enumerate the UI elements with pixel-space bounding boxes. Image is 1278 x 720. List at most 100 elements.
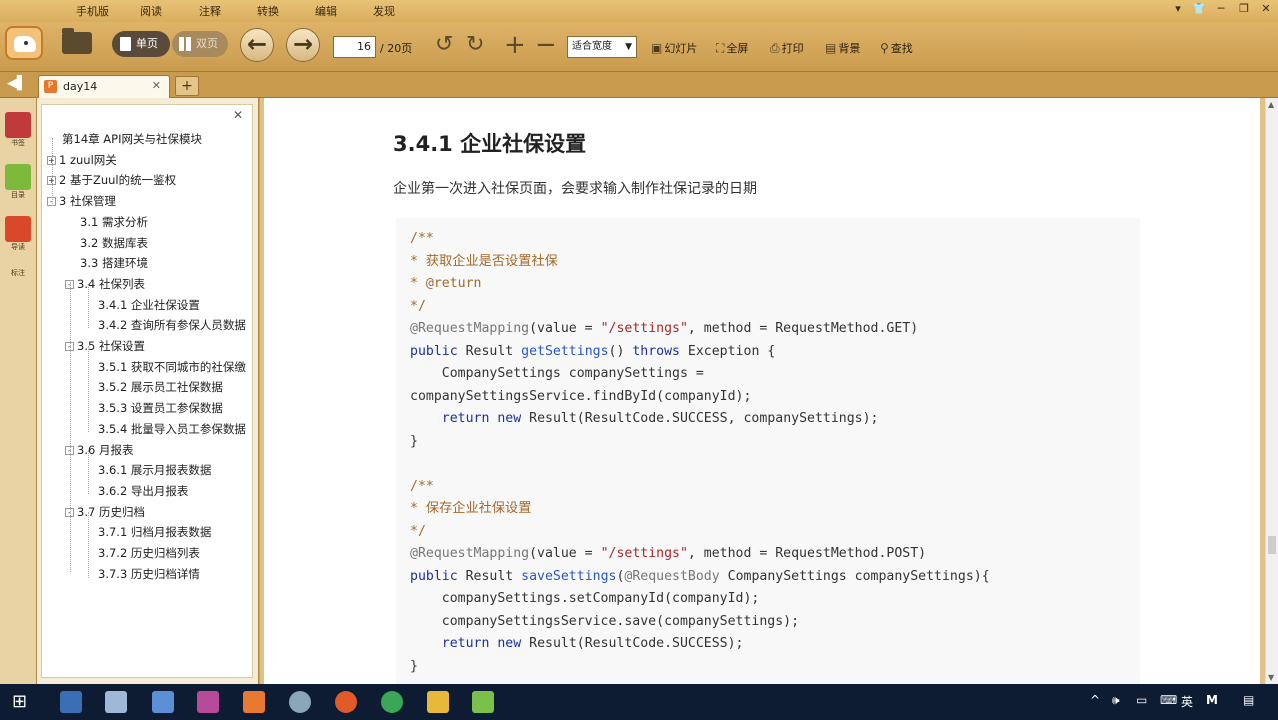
- code-token: "/settings": [600, 321, 688, 336]
- rail-guide[interactable]: 导读: [4, 216, 32, 256]
- toc-item[interactable]: 3.7.3 历史归档详情: [98, 567, 200, 582]
- toc-item[interactable]: 3.5.4 批量导入员工参保数据: [98, 422, 246, 437]
- code-line: /**: [410, 230, 434, 248]
- toc-item[interactable]: 3.1 需求分析: [80, 215, 148, 230]
- scroll-down-icon[interactable]: ▼: [1268, 673, 1274, 682]
- toc-item[interactable]: 3.3 搭建环境: [80, 256, 148, 271]
- toc-item[interactable]: -3.5 社保设置: [65, 339, 145, 354]
- keyboard-icon[interactable]: ⌨: [1160, 693, 1177, 707]
- file-explorer-icon[interactable]: [427, 691, 449, 713]
- tab-close-icon[interactable]: ✕: [152, 79, 161, 92]
- code-line: */: [410, 298, 426, 316]
- zoom-out-icon[interactable]: −: [535, 32, 557, 58]
- pdf-reader-taskbar-icon[interactable]: [243, 691, 265, 713]
- code-line: CompanySettings companySettings =: [410, 365, 704, 383]
- find-button[interactable]: ⚲ 查找: [880, 40, 913, 56]
- toc-item[interactable]: -3.7 历史归档: [65, 505, 145, 520]
- taskbar-app-7-icon[interactable]: [335, 691, 357, 713]
- new-tab-button[interactable]: +: [175, 76, 199, 96]
- toc-item[interactable]: 3.4.1 企业社保设置: [98, 298, 200, 313]
- toc-item[interactable]: 3.2 数据库表: [80, 236, 148, 251]
- rotate-left-icon[interactable]: ↺: [435, 33, 453, 57]
- menu-discover[interactable]: 发现: [373, 3, 395, 19]
- rail-bookmarks[interactable]: 书签: [4, 112, 32, 152]
- rail-bookmarks-label: 书签: [11, 139, 25, 147]
- page-icon: [120, 37, 131, 51]
- menu-edit[interactable]: 编辑: [315, 3, 337, 19]
- rotate-right-icon[interactable]: ↻: [466, 33, 484, 57]
- background-label: 背景: [838, 42, 861, 55]
- toc-item[interactable]: -3 社保管理: [47, 194, 116, 209]
- fullscreen-button[interactable]: ⛶ 全屏: [716, 40, 748, 56]
- tray-chevron-icon[interactable]: ^: [1090, 693, 1100, 707]
- toc-item[interactable]: +2 基于Zuul的统一鉴权: [47, 173, 176, 188]
- notifications-icon[interactable]: ▤: [1243, 693, 1254, 707]
- app-logo[interactable]: [5, 26, 43, 60]
- collapse-sidebar-icon[interactable]: ◀▌: [7, 76, 27, 91]
- next-page-button[interactable]: →: [286, 28, 320, 62]
- side-rail: 书签 目录 导读 标注: [0, 98, 37, 684]
- taskbar-app-10-icon[interactable]: [472, 691, 494, 713]
- zoom-in-icon[interactable]: +: [504, 32, 526, 58]
- volume-icon[interactable]: 🕪: [1112, 693, 1120, 708]
- toc-item[interactable]: 3.5.2 展示员工社保数据: [98, 380, 223, 395]
- double-page-button[interactable]: 双页: [172, 31, 228, 57]
- taskbar-app-2-icon[interactable]: [105, 691, 127, 713]
- rail-annotations[interactable]: 标注: [4, 268, 32, 282]
- toc-item-label: 3.3 搭建环境: [80, 256, 148, 271]
- toc-item[interactable]: 3.7.1 归档月报表数据: [98, 525, 211, 540]
- code-token: * @return: [410, 276, 482, 291]
- slideshow-button[interactable]: ▣ 幻灯片: [651, 40, 697, 56]
- print-button[interactable]: ⎙ 打印: [770, 40, 804, 56]
- toc-item[interactable]: 第14章 API网关与社保模块: [62, 132, 202, 147]
- toc-item[interactable]: 3.5.3 设置员工参保数据: [98, 401, 223, 416]
- tab-day14[interactable]: P day14 ✕: [38, 75, 170, 98]
- section-intro: 企业第一次进入社保页面，会要求输入制作社保记录的日期: [393, 181, 757, 197]
- menu-dropdown-icon[interactable]: ▾: [1170, 2, 1186, 15]
- rail-contents-label: 目录: [11, 191, 25, 199]
- code-token: return: [441, 636, 490, 651]
- toc-item[interactable]: 3.4.2 查询所有参保人员数据: [98, 318, 246, 333]
- toc-item[interactable]: 3.5.1 获取不同城市的社保缴: [98, 360, 246, 375]
- maximize-icon[interactable]: ❐: [1236, 2, 1252, 15]
- toc-item[interactable]: 3.7.2 历史归档列表: [98, 546, 200, 561]
- close-icon[interactable]: ✕: [1258, 2, 1274, 15]
- toc-item[interactable]: 3.6.2 导出月报表: [98, 484, 188, 499]
- single-page-button[interactable]: 单页: [112, 31, 170, 57]
- sidebar-close-icon[interactable]: ✕: [233, 108, 243, 122]
- vscode-icon[interactable]: [152, 691, 174, 713]
- zoom-select[interactable]: 适合宽度 ▼: [567, 36, 637, 58]
- taskbar-app-6-icon[interactable]: [289, 691, 311, 713]
- code-token: @RequestMapping: [410, 546, 530, 561]
- search-icon: ⚲: [880, 41, 889, 55]
- toc-item[interactable]: -3.4 社保列表: [65, 277, 145, 292]
- page-number-input[interactable]: 16: [333, 36, 376, 58]
- rail-contents[interactable]: 目录: [4, 164, 32, 204]
- section-heading: 3.4.1 企业社保设置: [393, 132, 587, 156]
- toc-item[interactable]: +1 zuul网关: [47, 153, 117, 168]
- menu-read[interactable]: 阅读: [140, 3, 162, 19]
- network-icon[interactable]: ▭: [1136, 693, 1147, 707]
- code-line: * 保存企业社保设置: [410, 500, 531, 518]
- ime-indicator[interactable]: 英: [1181, 693, 1193, 710]
- taskbar: [0, 684, 1278, 720]
- prev-page-button[interactable]: ←: [240, 28, 274, 62]
- windows-start-icon[interactable]: ⊞: [12, 691, 27, 712]
- menu-convert[interactable]: 转换: [257, 3, 279, 19]
- menu-annotate[interactable]: 注释: [199, 3, 221, 19]
- taskbar-app-1-icon[interactable]: [60, 691, 82, 713]
- toc-item[interactable]: -3.6 月报表: [65, 443, 133, 458]
- scroll-thumb[interactable]: [1268, 536, 1276, 554]
- skin-icon[interactable]: 👕: [1191, 2, 1207, 15]
- chrome-icon[interactable]: [381, 691, 403, 713]
- code-token: Exception {: [679, 343, 776, 359]
- ime-mode-indicator[interactable]: M: [1206, 693, 1218, 707]
- vertical-scrollbar[interactable]: ▲ ▼: [1265, 98, 1278, 684]
- open-folder-icon[interactable]: [62, 28, 92, 54]
- scroll-up-icon[interactable]: ▲: [1268, 100, 1274, 109]
- background-button[interactable]: ▤ 背景: [825, 40, 860, 56]
- minimize-icon[interactable]: ─: [1213, 2, 1229, 15]
- menu-mobile[interactable]: 手机版: [76, 3, 109, 19]
- toc-item[interactable]: 3.6.1 展示月报表数据: [98, 463, 211, 478]
- intellij-icon[interactable]: [197, 691, 219, 713]
